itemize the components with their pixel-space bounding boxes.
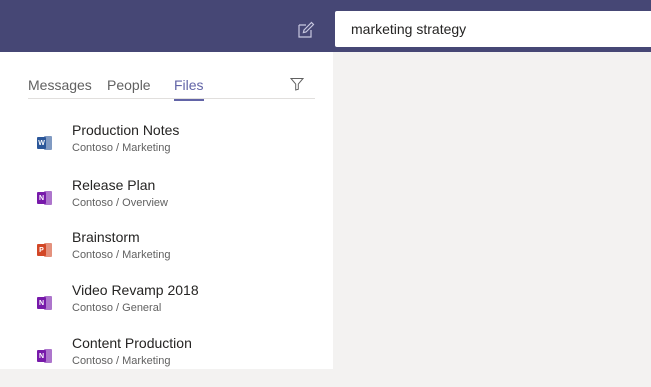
tab-people[interactable]: People <box>107 77 151 93</box>
compose-icon[interactable] <box>297 21 315 39</box>
onenote-icon: N <box>36 296 52 310</box>
file-name: Production Notes <box>72 122 180 138</box>
powerpoint-icon: P <box>36 243 52 257</box>
file-name: Release Plan <box>72 177 156 193</box>
top-bar: marketing strategy <box>0 0 651 52</box>
tab-files[interactable]: Files <box>174 77 204 101</box>
file-item[interactable]: N Release Plan Contoso / Overview <box>0 177 333 229</box>
search-query: marketing strategy <box>351 21 467 37</box>
file-path: Contoso / Marketing <box>72 355 171 367</box>
content-area <box>333 52 651 369</box>
search-input[interactable]: marketing strategy <box>335 11 651 47</box>
file-item[interactable]: P Brainstorm Contoso / Marketing <box>0 229 333 281</box>
file-name: Brainstorm <box>72 229 140 245</box>
file-name: Video Revamp 2018 <box>72 282 199 298</box>
tabs-divider <box>28 98 315 99</box>
file-item[interactable]: N Content Production Contoso / Marketing <box>0 335 333 387</box>
file-name: Content Production <box>72 335 192 351</box>
file-path: Contoso / Overview <box>72 197 168 209</box>
file-item[interactable]: N Video Revamp 2018 Contoso / General <box>0 282 333 334</box>
word-icon: W <box>36 136 52 150</box>
file-path: Contoso / Marketing <box>72 249 171 261</box>
tab-messages[interactable]: Messages <box>28 77 92 93</box>
file-item[interactable]: W Production Notes Contoso / Marketing <box>0 122 333 174</box>
file-path: Contoso / Marketing <box>72 142 171 154</box>
search-results-panel: Messages People Files W Production Notes C… <box>0 52 333 369</box>
onenote-icon: N <box>36 349 52 363</box>
onenote-icon: N <box>36 191 52 205</box>
file-path: Contoso / General <box>72 302 162 314</box>
filter-icon[interactable] <box>289 77 305 91</box>
